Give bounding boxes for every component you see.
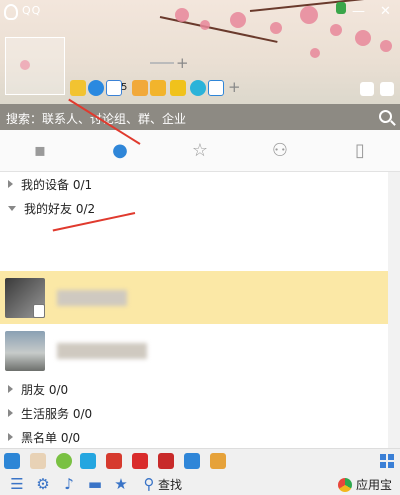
blossom-decoration [330, 24, 342, 36]
blossom-decoration [200, 20, 210, 30]
game-icon[interactable] [30, 453, 46, 469]
expand-arrow-icon [8, 205, 16, 211]
group-label: 我的设备 0/1 [21, 177, 93, 192]
phone-icon: ▯ [355, 140, 365, 161]
contact-row-1[interactable] [0, 271, 388, 324]
tab-favorites[interactable]: ☆ [160, 130, 240, 171]
app-strip [0, 448, 400, 473]
shirt-icon[interactable] [360, 82, 374, 96]
list-scrollbar[interactable] [388, 172, 400, 448]
search-icon: ⚲ [143, 475, 155, 493]
main-menu-icon[interactable]: ☰ [8, 475, 26, 493]
contact-list: 我的设备 0/1 我的好友 0/2 朋友 0/0 生活服务 0/0 黑名单 0/… [0, 172, 388, 448]
tab-phone[interactable]: ▯ [320, 130, 400, 171]
message-icon: ▪ [33, 140, 47, 161]
group-friends[interactable]: 我的好友 0/2 [0, 196, 388, 220]
message-box-icon[interactable] [380, 82, 394, 96]
jd-icon[interactable] [132, 453, 148, 469]
minimize-icon[interactable]: — [352, 4, 365, 19]
blossom-decoration [270, 22, 282, 34]
qq-logo-icon [4, 4, 18, 20]
shield-icon[interactable] [184, 453, 200, 469]
blossom-decoration [355, 30, 371, 46]
blossom-decoration [380, 40, 392, 52]
group-services[interactable]: 生活服务 0/0 [0, 401, 388, 425]
music-icon[interactable] [56, 453, 72, 469]
contact-avatar [5, 277, 45, 318]
appstore-label: 应用宝 [355, 478, 392, 492]
tab-contacts[interactable]: ● [80, 130, 160, 171]
settings-gear-icon[interactable]: ⚙ [34, 475, 52, 493]
qzone-icon[interactable] [88, 80, 104, 96]
signature-line [150, 62, 174, 64]
main-tabs: ▪ ● ☆ ⚇ ▯ [0, 130, 400, 172]
tab-messages[interactable]: ▪ [0, 130, 80, 171]
collapse-arrow-icon [8, 180, 13, 188]
contacts-icon: ● [112, 140, 128, 161]
favorites-star-icon[interactable]: ★ [112, 475, 130, 493]
folder-icon[interactable]: ▬ [86, 475, 104, 493]
contact-name-blurred [57, 289, 127, 306]
group-label: 生活服务 0/0 [21, 406, 93, 421]
vip-star-icon[interactable] [170, 80, 186, 96]
contact-row-2[interactable] [0, 324, 388, 377]
skin-icon[interactable] [336, 2, 346, 14]
group-label: 我的好友 0/2 [24, 201, 96, 216]
footer-bar: ☰ ⚙ ♪ ▬ ★ ⚲ 查找 应用宝 [0, 473, 400, 495]
mobile-online-icon [33, 303, 45, 318]
chat-bubble-icon[interactable] [208, 80, 224, 96]
group-icon: ⚇ [271, 140, 289, 161]
search-placeholder: 搜索：联系人、讨论组、群、企业 [6, 112, 187, 126]
weiyun-icon[interactable] [190, 80, 206, 96]
mail-icon[interactable] [106, 80, 122, 96]
add-status-icon[interactable]: + [176, 54, 189, 72]
qq-level-icon[interactable] [70, 80, 86, 96]
search-icon[interactable] [379, 110, 392, 123]
contact-name-blurred [57, 342, 147, 359]
collapse-arrow-icon [8, 385, 13, 393]
group-devices[interactable]: 我的设备 0/1 [0, 172, 388, 196]
close-icon[interactable]: ✕ [380, 4, 391, 19]
user-avatar[interactable] [5, 37, 65, 95]
logo-text: QQ [22, 4, 42, 17]
group-label: 朋友 0/0 [21, 382, 69, 397]
search-bar[interactable]: 搜索：联系人、讨论组、群、企业 [0, 104, 400, 130]
blossom-decoration [175, 8, 189, 22]
appstore-button[interactable]: 应用宝 [337, 476, 392, 493]
app-grid-icon[interactable] [380, 454, 394, 468]
collapse-arrow-icon [8, 409, 13, 417]
wallet-icon[interactable] [150, 80, 166, 96]
collapse-arrow-icon [8, 433, 13, 441]
blossom-decoration [310, 48, 320, 58]
find-label: 查找 [158, 477, 183, 492]
appstore-icon [337, 477, 352, 492]
branch-decoration [249, 0, 400, 12]
blossom-decoration [300, 6, 318, 24]
tab-groups[interactable]: ⚇ [240, 130, 320, 171]
pet-icon[interactable] [210, 453, 226, 469]
tencent-manager-icon[interactable] [4, 453, 20, 469]
group-blacklist[interactable]: 黑名单 0/0 [0, 425, 388, 448]
video-icon[interactable] [80, 453, 96, 469]
chart-icon[interactable] [106, 453, 122, 469]
contact-avatar [5, 330, 45, 371]
blossom-decoration [230, 12, 246, 28]
lottery-icon[interactable] [158, 453, 174, 469]
find-button[interactable]: ⚲ 查找 [140, 475, 183, 493]
group-pals[interactable]: 朋友 0/0 [0, 377, 388, 401]
volume-icon[interactable]: ♪ [60, 475, 78, 493]
group-label: 黑名单 0/0 [21, 430, 81, 445]
star-icon: ☆ [191, 140, 209, 161]
shop-icon[interactable] [132, 80, 148, 96]
skin-banner: QQ — ✕ + 5 + [0, 0, 400, 104]
add-app-icon[interactable]: + [228, 78, 241, 96]
mail-count: 5 [121, 82, 128, 93]
